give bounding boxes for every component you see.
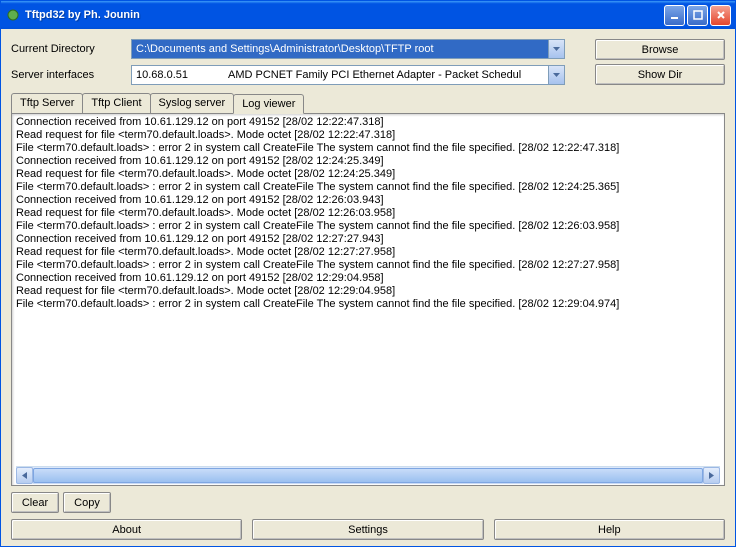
scroll-track[interactable] xyxy=(33,467,703,484)
settings-button[interactable]: Settings xyxy=(252,519,483,540)
copy-button[interactable]: Copy xyxy=(63,492,111,513)
log-line[interactable]: Connection received from 10.61.129.12 on… xyxy=(16,272,720,285)
help-button[interactable]: Help xyxy=(494,519,725,540)
clear-button[interactable]: Clear xyxy=(11,492,59,513)
log-line[interactable]: Read request for file <term70.default.lo… xyxy=(16,285,720,298)
log-line[interactable]: Connection received from 10.61.129.12 on… xyxy=(16,233,720,246)
close-button[interactable] xyxy=(710,5,731,26)
log-line[interactable]: File <term70.default.loads> : error 2 in… xyxy=(16,181,720,194)
interface-ip: 10.68.0.51 xyxy=(136,69,188,81)
log-line[interactable]: Connection received from 10.61.129.12 on… xyxy=(16,155,720,168)
dropdown-icon[interactable] xyxy=(548,66,564,84)
tab-bar: Tftp ServerTftp ClientSyslog serverLog v… xyxy=(11,93,725,113)
minimize-button[interactable] xyxy=(664,5,685,26)
app-window: Tftpd32 by Ph. Jounin Current Directory … xyxy=(0,0,736,547)
scroll-left-icon[interactable] xyxy=(16,467,33,484)
horizontal-scrollbar[interactable] xyxy=(16,466,720,483)
app-icon xyxy=(5,7,21,23)
log-line[interactable]: File <term70.default.loads> : error 2 in… xyxy=(16,298,720,311)
current-directory-combo[interactable]: C:\Documents and Settings\Administrator\… xyxy=(131,39,565,59)
log-lines[interactable]: Connection received from 10.61.129.12 on… xyxy=(16,116,720,466)
maximize-button[interactable] xyxy=(687,5,708,26)
log-line[interactable]: File <term70.default.loads> : error 2 in… xyxy=(16,220,720,233)
about-button[interactable]: About xyxy=(11,519,242,540)
log-viewer-panel: Connection received from 10.61.129.12 on… xyxy=(11,113,725,486)
client-area: Current Directory C:\Documents and Setti… xyxy=(1,29,735,546)
show-dir-button[interactable]: Show Dir xyxy=(595,64,725,85)
log-line[interactable]: Read request for file <term70.default.lo… xyxy=(16,207,720,220)
scroll-right-icon[interactable] xyxy=(703,467,720,484)
tab-tftp-client[interactable]: Tftp Client xyxy=(82,93,150,113)
dropdown-icon[interactable] xyxy=(548,40,564,58)
current-directory-label: Current Directory xyxy=(11,43,131,55)
server-interfaces-combo[interactable]: 10.68.0.51 AMD PCNET Family PCI Ethernet… xyxy=(131,65,565,85)
interface-desc: AMD PCNET Family PCI Ethernet Adapter - … xyxy=(228,69,521,81)
log-line[interactable]: Connection received from 10.61.129.12 on… xyxy=(16,194,720,207)
current-directory-value: C:\Documents and Settings\Administrator\… xyxy=(132,43,548,55)
window-title: Tftpd32 by Ph. Jounin xyxy=(25,9,664,21)
tab-syslog-server[interactable]: Syslog server xyxy=(150,93,235,113)
log-line[interactable]: Connection received from 10.61.129.12 on… xyxy=(16,116,720,129)
tab-tftp-server[interactable]: Tftp Server xyxy=(11,93,83,113)
log-line[interactable]: File <term70.default.loads> : error 2 in… xyxy=(16,259,720,272)
scroll-thumb[interactable] xyxy=(33,468,703,483)
log-line[interactable]: Read request for file <term70.default.lo… xyxy=(16,129,720,142)
tab-log-viewer[interactable]: Log viewer xyxy=(233,94,304,114)
titlebar[interactable]: Tftpd32 by Ph. Jounin xyxy=(1,1,735,29)
log-line[interactable]: File <term70.default.loads> : error 2 in… xyxy=(16,142,720,155)
browse-button[interactable]: Browse xyxy=(595,39,725,60)
server-interfaces-label: Server interfaces xyxy=(11,69,131,81)
log-line[interactable]: Read request for file <term70.default.lo… xyxy=(16,246,720,259)
log-line[interactable]: Read request for file <term70.default.lo… xyxy=(16,168,720,181)
